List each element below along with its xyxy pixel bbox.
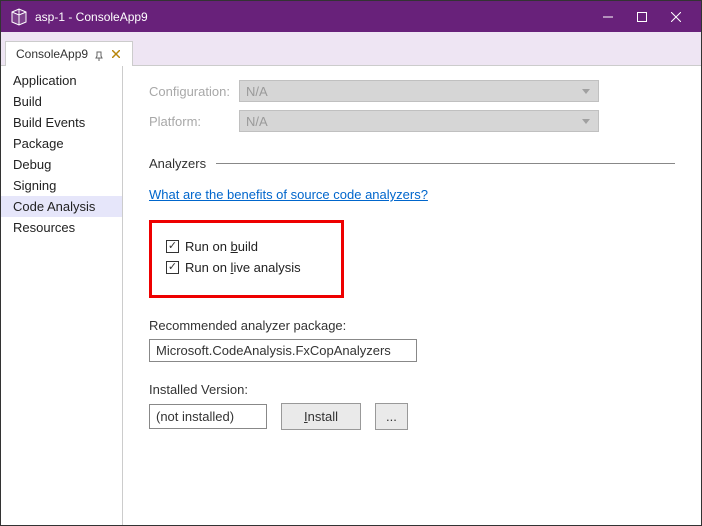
maximize-button[interactable] xyxy=(625,4,659,30)
browse-button[interactable]: ... xyxy=(375,403,408,430)
window-controls xyxy=(591,4,693,30)
help-link[interactable]: What are the benefits of source code ana… xyxy=(149,187,428,202)
minimize-button[interactable] xyxy=(591,4,625,30)
run-on-build-checkbox-row[interactable]: Run on build xyxy=(166,239,327,254)
installed-version-input[interactable] xyxy=(149,404,267,429)
recommended-label: Recommended analyzer package: xyxy=(149,318,675,333)
content-area: Application Build Build Events Package D… xyxy=(1,66,701,525)
configuration-select[interactable]: N/A xyxy=(239,80,599,102)
platform-select[interactable]: N/A xyxy=(239,110,599,132)
document-tab[interactable]: ConsoleApp9 xyxy=(5,41,133,66)
sidebar-item-build-events[interactable]: Build Events xyxy=(1,112,122,133)
close-button[interactable] xyxy=(659,4,693,30)
sidebar-item-resources[interactable]: Resources xyxy=(1,217,122,238)
run-on-live-label: Run on live analysis xyxy=(185,260,301,275)
sidebar-item-code-analysis[interactable]: Code Analysis xyxy=(1,196,122,217)
sidebar-item-application[interactable]: Application xyxy=(1,70,122,91)
run-on-build-checkbox[interactable] xyxy=(166,240,179,253)
installed-label: Installed Version: xyxy=(149,382,675,397)
tab-bar: ConsoleApp9 xyxy=(1,32,701,66)
configuration-row: Configuration: N/A xyxy=(149,80,675,102)
highlighted-options: Run on build Run on live analysis xyxy=(149,220,344,298)
main-panel: Configuration: N/A Platform: N/A Analyze… xyxy=(123,66,701,525)
titlebar: asp-1 - ConsoleApp9 xyxy=(1,1,701,32)
sidebar: Application Build Build Events Package D… xyxy=(1,66,123,525)
recommended-input[interactable] xyxy=(149,339,417,362)
section-header: Analyzers xyxy=(149,156,675,171)
install-button[interactable]: Install xyxy=(281,403,361,430)
app-icon xyxy=(9,7,29,27)
sidebar-item-signing[interactable]: Signing xyxy=(1,175,122,196)
recommended-group: Recommended analyzer package: xyxy=(149,318,675,362)
sidebar-item-debug[interactable]: Debug xyxy=(1,154,122,175)
run-on-live-checkbox[interactable] xyxy=(166,261,179,274)
sidebar-item-package[interactable]: Package xyxy=(1,133,122,154)
configuration-label: Configuration: xyxy=(149,84,239,99)
section-title: Analyzers xyxy=(149,156,206,171)
pin-icon[interactable] xyxy=(94,49,104,59)
section-divider xyxy=(216,163,675,164)
sidebar-item-build[interactable]: Build xyxy=(1,91,122,112)
tab-label: ConsoleApp9 xyxy=(16,47,88,61)
platform-row: Platform: N/A xyxy=(149,110,675,132)
installed-group: Installed Version: Install ... xyxy=(149,382,675,430)
run-on-build-label: Run on build xyxy=(185,239,258,254)
platform-label: Platform: xyxy=(149,114,239,129)
install-row: Install ... xyxy=(149,403,675,430)
run-on-live-checkbox-row[interactable]: Run on live analysis xyxy=(166,260,327,275)
close-tab-icon[interactable] xyxy=(110,48,122,60)
window-title: asp-1 - ConsoleApp9 xyxy=(35,10,591,24)
